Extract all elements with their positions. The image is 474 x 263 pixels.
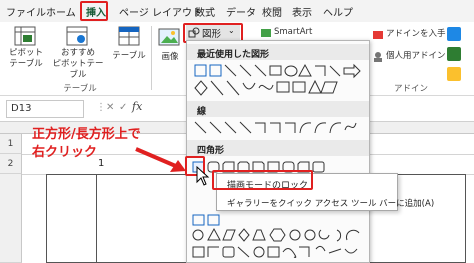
get-addins-button[interactable]: アドインを入手 bbox=[386, 29, 446, 40]
store-icon bbox=[373, 31, 383, 39]
name-box[interactable]: D13 bbox=[6, 100, 84, 118]
menu-review[interactable]: 校閲 bbox=[262, 4, 282, 19]
menu-formulas[interactable]: 数式 bbox=[195, 4, 215, 19]
onedrive-app-icon[interactable] bbox=[446, 26, 462, 42]
lines-band bbox=[187, 101, 369, 117]
annotation-line-2: 右クリック bbox=[32, 145, 98, 160]
mouse-cursor-icon bbox=[196, 166, 210, 186]
recommended-pivot-icon bbox=[66, 26, 88, 46]
add-gallery-to-qat-item[interactable]: ギャラリーをクイック アクセス ツール バーに追加(A) bbox=[227, 197, 434, 209]
fx-icon[interactable]: fx bbox=[132, 100, 142, 113]
shapes-gallery: 最近使用した図形 線 四角形 bbox=[185, 40, 370, 263]
cancel-icon[interactable]: ✕ bbox=[106, 102, 114, 113]
recent-shapes-title: 最近使用した図形 bbox=[197, 50, 270, 60]
menu-help[interactable]: ヘルプ bbox=[323, 4, 353, 19]
lines-title: 線 bbox=[197, 107, 207, 117]
row-header-1[interactable]: 1 bbox=[0, 134, 22, 154]
menu-data[interactable]: データ bbox=[226, 4, 256, 19]
row-header-2[interactable]: 2 bbox=[0, 154, 22, 174]
group-label-tables: テーブル bbox=[63, 84, 97, 94]
pivot-table-icon bbox=[14, 26, 36, 46]
menu-bar: ファイル ホーム 挿入 ページ レイアウト 数式 データ 校閲 表示 ヘルプ bbox=[0, 0, 474, 22]
menu-view[interactable]: 表示 bbox=[292, 4, 312, 19]
annotation-text: 正方形/長方形上で 右クリック bbox=[32, 126, 141, 162]
recent-shapes-grid[interactable] bbox=[193, 63, 365, 101]
row-header-3[interactable] bbox=[0, 174, 22, 263]
group-label-addins: アドイン bbox=[393, 84, 428, 94]
red-arrow-icon bbox=[135, 147, 186, 172]
table-button[interactable]: テーブル bbox=[106, 51, 152, 62]
ribbon-divider bbox=[151, 26, 152, 90]
annotation-line-1: 正方形/長方形上で bbox=[32, 127, 141, 142]
formula-separator-icon: ⋮ bbox=[96, 102, 106, 113]
table-icon bbox=[118, 26, 140, 46]
basic-shapes-grid[interactable] bbox=[191, 213, 367, 261]
table-vline bbox=[96, 174, 97, 263]
menu-page-layout[interactable]: ページ レイアウト bbox=[119, 4, 202, 19]
enter-icon[interactable]: ✓ bbox=[119, 102, 127, 113]
image-icon bbox=[158, 28, 180, 46]
image-button[interactable]: 画像 bbox=[156, 52, 184, 63]
menu-home[interactable]: ホーム bbox=[46, 4, 76, 19]
rectangles-title: 四角形 bbox=[197, 146, 225, 156]
smartart-icon bbox=[261, 29, 271, 37]
pivot-table-button[interactable]: ピボット テーブル bbox=[4, 48, 48, 70]
lock-drawing-mode-highlight bbox=[212, 170, 313, 190]
recommended-pivot-button[interactable]: おすすめ ピボットテーブル bbox=[50, 48, 106, 81]
personal-addin-icon bbox=[374, 52, 382, 62]
smartart-button[interactable]: SmartArt bbox=[274, 27, 312, 38]
personal-addins-button[interactable]: 個人用アドイン bbox=[386, 51, 446, 62]
bing-app-icon[interactable] bbox=[446, 66, 462, 82]
visio-app-icon[interactable] bbox=[446, 46, 462, 62]
insert-tab-highlight bbox=[80, 1, 108, 21]
menu-file[interactable]: ファイル bbox=[6, 4, 46, 19]
lines-grid[interactable] bbox=[193, 120, 365, 138]
